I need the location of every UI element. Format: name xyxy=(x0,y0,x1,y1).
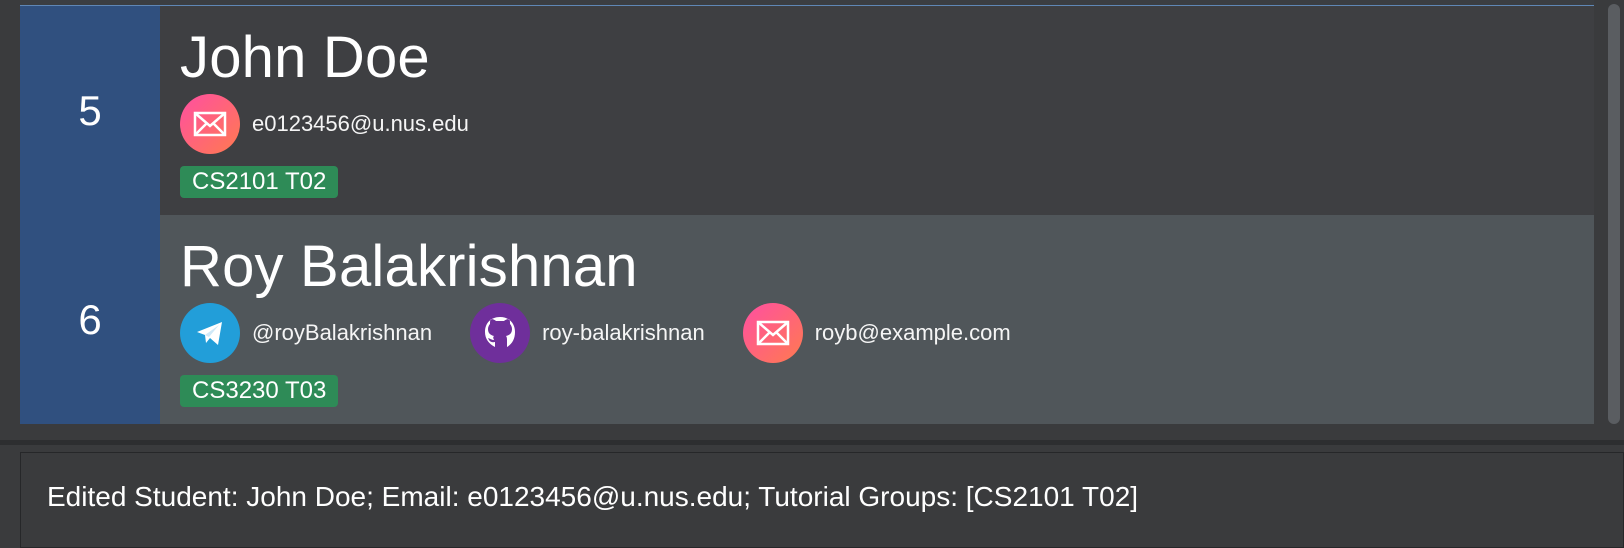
student-name: John Doe xyxy=(180,25,430,90)
telegram-contact[interactable]: @royBalakrishnan xyxy=(180,303,432,363)
tutorial-group-tag: CS2101 T02 xyxy=(180,166,339,198)
student-list-panel[interactable]: 5 John Doe e0123456@u.nus.edu CS2101 T02… xyxy=(0,0,1624,440)
email-contact[interactable]: royb@example.com xyxy=(742,303,1011,363)
panel-divider xyxy=(0,440,1624,445)
student-name: Roy Balakrishnan xyxy=(180,234,638,299)
contact-row: e0123456@u.nus.edu xyxy=(180,94,507,154)
telegram-handle: @royBalakrishnan xyxy=(252,320,433,345)
email-contact[interactable]: e0123456@u.nus.edu xyxy=(180,94,469,154)
email-icon xyxy=(180,94,240,154)
email-icon xyxy=(742,303,803,363)
scrollbar-thumb[interactable] xyxy=(1608,4,1620,424)
student-card-body: John Doe e0123456@u.nus.edu CS2101 T02 xyxy=(160,6,1594,215)
contact-row: @royBalakrishnan roy-balakrishnan royb@e… xyxy=(180,303,1049,363)
command-result-display: Edited Student: John Doe; Email: e012345… xyxy=(20,452,1624,548)
github-icon xyxy=(470,303,531,363)
student-list-scrollbar[interactable] xyxy=(1605,4,1623,424)
github-username: roy-balakrishnan xyxy=(542,320,705,345)
student-index: 6 xyxy=(20,215,160,424)
tutorial-group-tag: CS3230 T03 xyxy=(180,375,339,407)
github-contact[interactable]: roy-balakrishnan xyxy=(470,303,705,363)
student-card-roy-balakrishnan[interactable]: 6 Roy Balakrishnan @royBalakrishnan roy-… xyxy=(20,215,1594,424)
email-address: e0123456@u.nus.edu xyxy=(252,111,469,136)
student-index: 5 xyxy=(20,6,160,215)
app-window: 5 John Doe e0123456@u.nus.edu CS2101 T02… xyxy=(0,0,1624,548)
telegram-icon xyxy=(180,303,240,363)
student-card-body: Roy Balakrishnan @royBalakrishnan roy-ba… xyxy=(160,215,1594,424)
email-address: royb@example.com xyxy=(814,320,1011,345)
student-card-john-doe[interactable]: 5 John Doe e0123456@u.nus.edu CS2101 T02 xyxy=(20,6,1594,215)
